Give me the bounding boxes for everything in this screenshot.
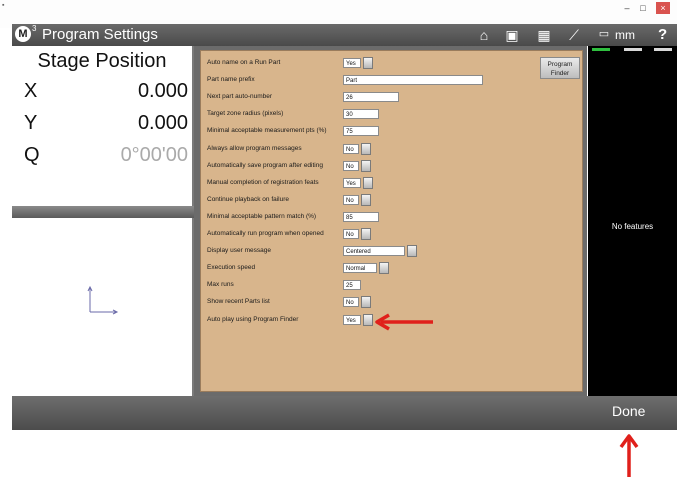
setting-label: Auto play using Program Finder (207, 315, 299, 323)
setting-label: Target zone radius (pixels) (207, 110, 284, 118)
setting-dropdown-value[interactable]: Centered (343, 246, 405, 257)
features-tab-3[interactable] (654, 48, 672, 51)
axis-x-value: 0.000 (137, 80, 188, 102)
axis-q-value: 0°00'00 (120, 144, 188, 166)
dropdown-toggle-button[interactable] (361, 193, 371, 206)
axis-q-label: Q (24, 144, 40, 166)
ruler-icon[interactable]: ▭ (594, 27, 614, 40)
title-bar: M 3 Program Settings ⌂ ▣ ▦ ⟋ ▭ mm ? (12, 24, 677, 46)
setting-text-field[interactable]: Part (343, 75, 483, 86)
setting-label: Next part auto-number (207, 93, 273, 101)
dropdown-toggle-button[interactable] (361, 296, 371, 309)
dropdown-toggle-button[interactable] (363, 57, 373, 69)
setting-label: Minimal acceptable measurement pts (%) (207, 127, 327, 135)
home-icon[interactable]: ⌂ (474, 27, 494, 43)
part-view[interactable] (12, 218, 192, 396)
setting-label: Part name prefix (207, 76, 255, 84)
setting-text-field[interactable]: 25 (343, 280, 361, 291)
dropdown-toggle-button[interactable] (361, 228, 371, 240)
setting-label: Auto name on a Run Part (207, 59, 281, 66)
setting-label: Show recent Parts list (207, 298, 270, 306)
help-button[interactable]: ? (658, 26, 667, 43)
program-finder-label-1: Program (547, 61, 573, 68)
program-finder-button[interactable]: Program Finder (540, 57, 580, 79)
annotation-arrow-up (619, 434, 639, 477)
axis-y-label: Y (24, 112, 38, 134)
dropdown-toggle-button[interactable] (363, 176, 373, 189)
no-features-text: No features (611, 222, 654, 231)
window-app-icon: ▪ (2, 2, 5, 9)
setting-text-field[interactable]: 26 (343, 92, 399, 103)
setting-dropdown-value[interactable]: No (343, 297, 359, 308)
setting-label: Automatically run program when opened (207, 230, 324, 237)
bottom-bar: Done (12, 396, 677, 430)
features-tab-1[interactable] (592, 48, 610, 51)
setting-dropdown-value[interactable]: No (343, 194, 359, 205)
done-button[interactable]: Done (612, 403, 645, 419)
program-finder-label-2: Finder (550, 70, 570, 77)
close-button[interactable]: × (656, 2, 670, 14)
setting-label: Execution speed (207, 264, 256, 272)
app-logo: M (15, 26, 31, 42)
grid-icon[interactable]: ▦ (534, 27, 554, 44)
dropdown-toggle-button[interactable] (361, 159, 371, 172)
setting-label: Manual completion of registration feats (207, 178, 319, 186)
setting-label: Minimal acceptable pattern match (%) (207, 212, 317, 220)
stage-position-panel: Stage Position X 0.000 Y 0.000 Q 0°00'00 (12, 46, 194, 396)
stage-position-title: Stage Position (37, 50, 167, 72)
setting-dropdown-value[interactable]: Yes (343, 58, 361, 68)
setting-label: Automatically save program after editing (207, 161, 323, 169)
dropdown-toggle-button[interactable] (407, 245, 417, 258)
setting-label: Continue playback on failure (207, 195, 290, 203)
settings-panel: Program Finder Auto name on a Run Part Ye… (194, 46, 587, 396)
axis-origin-icon (87, 285, 119, 315)
setting-label: Display user message (207, 247, 271, 255)
setting-dropdown-value[interactable]: Yes (343, 177, 361, 188)
panel-divider[interactable] (12, 206, 194, 218)
page-title: Program Settings (42, 26, 158, 43)
axis-y-value: 0.000 (137, 112, 188, 134)
app-logo-superscript: 3 (32, 24, 37, 33)
video-icon[interactable]: ▣ (502, 27, 522, 44)
setting-label: Max runs (207, 281, 234, 289)
features-panel: No features (588, 46, 677, 396)
setting-label: Always allow program messages (207, 144, 302, 152)
maximize-button[interactable]: □ (636, 2, 650, 14)
units-label[interactable]: mm (615, 28, 635, 42)
annotation-arrow-left (375, 313, 433, 331)
dropdown-toggle-button[interactable] (361, 142, 371, 155)
features-tab-2[interactable] (624, 48, 642, 51)
setting-text-field[interactable]: 30 (343, 109, 379, 120)
dropdown-toggle-button[interactable] (379, 262, 389, 275)
minimize-button[interactable]: – (620, 2, 634, 14)
setting-dropdown-value[interactable]: Yes (343, 314, 361, 325)
dropdown-toggle-button[interactable] (363, 313, 373, 326)
setting-text-field[interactable]: 85 (343, 211, 379, 222)
probe-icon[interactable]: ⟋ (564, 27, 584, 44)
setting-text-field[interactable]: 75 (343, 126, 379, 137)
setting-dropdown-value[interactable]: Normal (343, 263, 377, 274)
settings-form: Program Finder Auto name on a Run Part Ye… (200, 50, 583, 392)
axis-x-label: X (24, 80, 38, 102)
setting-dropdown-value[interactable]: No (343, 160, 359, 171)
setting-dropdown-value[interactable]: No (343, 229, 359, 239)
setting-dropdown-value[interactable]: No (343, 143, 359, 154)
